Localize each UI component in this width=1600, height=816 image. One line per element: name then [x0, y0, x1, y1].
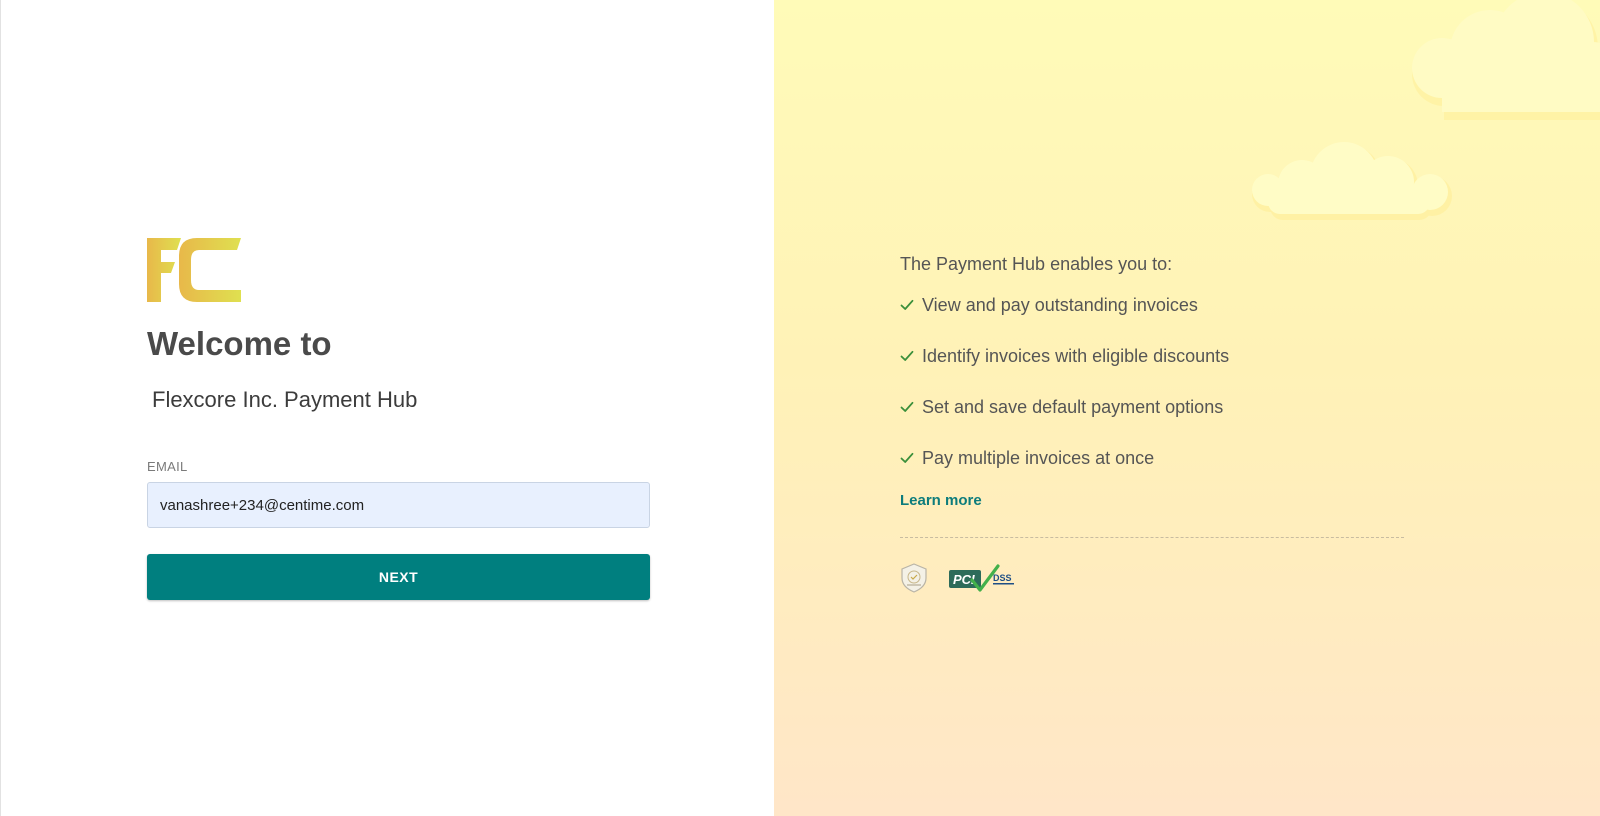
- divider: [900, 537, 1404, 538]
- benefits-intro: The Payment Hub enables you to:: [900, 254, 1173, 274]
- security-seal-icon: [901, 563, 927, 593]
- pci-dss-icon: PCI DSS: [949, 564, 1014, 592]
- cloud-decoration: [1252, 142, 1452, 220]
- login-form: Welcome to Flexcore Inc. Payment Hub EMA…: [147, 238, 650, 600]
- check-icon: [900, 401, 914, 412]
- feature-text: Pay multiple invoices at once: [922, 447, 1155, 468]
- feature-text: Identify invoices with eligible discount…: [922, 345, 1230, 366]
- email-field[interactable]: [147, 482, 650, 528]
- feature-text: View and pay outstanding invoices: [922, 294, 1198, 315]
- list-item: Set and save default payment options: [900, 395, 1404, 419]
- security-badges: PCI DSS: [900, 563, 1404, 593]
- learn-more-link[interactable]: Learn more: [900, 492, 982, 509]
- cloud-decoration: [1412, 0, 1600, 120]
- brand-logo: [147, 238, 241, 302]
- feature-text: Set and save default payment options: [922, 396, 1224, 417]
- check-icon: [900, 452, 914, 463]
- welcome-heading: Welcome to: [147, 325, 332, 362]
- email-label: EMAIL: [147, 459, 188, 474]
- login-page: Welcome to Flexcore Inc. Payment Hub EMA…: [0, 0, 1600, 816]
- svg-text:DSS: DSS: [993, 573, 1012, 583]
- login-panel: Welcome to Flexcore Inc. Payment Hub EMA…: [0, 0, 774, 816]
- list-item: Pay multiple invoices at once: [900, 446, 1404, 470]
- benefits-list: View and pay outstanding invoices Identi…: [900, 293, 1404, 470]
- benefits-section: The Payment Hub enables you to: View and…: [900, 252, 1404, 593]
- check-icon: [900, 350, 914, 361]
- check-icon: [900, 299, 914, 310]
- list-item: View and pay outstanding invoices: [900, 293, 1404, 317]
- hub-name: Flexcore Inc. Payment Hub: [152, 387, 418, 412]
- next-button[interactable]: NEXT: [147, 554, 650, 600]
- list-item: Identify invoices with eligible discount…: [900, 344, 1404, 368]
- info-panel: The Payment Hub enables you to: View and…: [774, 0, 1600, 816]
